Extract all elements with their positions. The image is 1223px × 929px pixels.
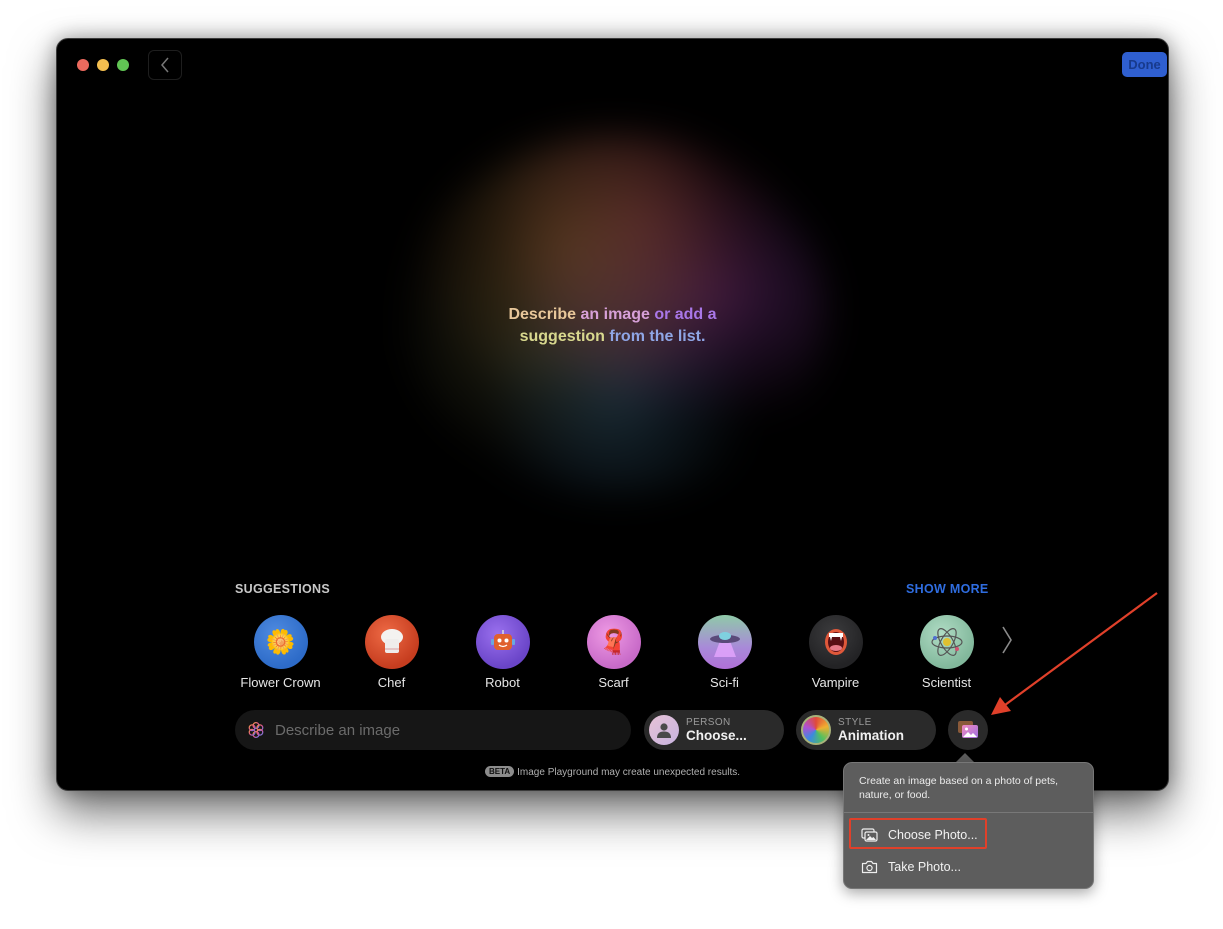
vampire-mouth-icon bbox=[808, 615, 863, 669]
minimize-window-button[interactable] bbox=[97, 59, 109, 71]
popover-divider bbox=[844, 812, 1093, 813]
zoom-window-button[interactable] bbox=[117, 59, 129, 71]
headline-segment: from the list. bbox=[609, 328, 706, 345]
describe-image-field[interactable] bbox=[235, 710, 631, 750]
suggestions-next-button[interactable] bbox=[1001, 625, 1013, 661]
add-photo-button[interactable] bbox=[948, 710, 988, 750]
flower-crown-icon: 🌼 bbox=[253, 615, 308, 669]
suggestion-flower-crown[interactable]: 🌼 Flower Crown bbox=[225, 615, 336, 690]
popover-description: Create an image based on a photo of pets… bbox=[859, 775, 1059, 801]
suggestion-label: Scientist bbox=[921, 675, 972, 690]
suggestion-robot[interactable]: Robot bbox=[447, 615, 558, 690]
close-window-button[interactable] bbox=[77, 59, 89, 71]
suggestion-label: Chef bbox=[377, 675, 406, 690]
headline-segment: an image bbox=[580, 306, 655, 323]
suggestion-scarf[interactable]: 🧣 Scarf bbox=[558, 615, 669, 690]
headline-line-1: Describe an image or add a bbox=[57, 304, 1168, 326]
annotation-highlight-box bbox=[849, 818, 987, 849]
back-button[interactable] bbox=[148, 50, 182, 80]
chevron-left-icon bbox=[161, 57, 169, 73]
disclaimer-text: Image Playground may create unexpected r… bbox=[517, 767, 741, 778]
chef-hat-icon bbox=[364, 615, 419, 669]
done-button[interactable]: Done bbox=[1122, 52, 1167, 77]
suggestions-list: 🌼 Flower Crown Chef Robot 🧣 Scarf Sci-fi bbox=[225, 615, 1002, 690]
empty-state-message: Describe an image or add a suggestion fr… bbox=[57, 304, 1168, 348]
photos-icon bbox=[958, 721, 978, 738]
headline-segment: or add a bbox=[654, 306, 717, 323]
scarf-icon: 🧣 bbox=[586, 615, 641, 669]
animation-style-icon bbox=[801, 715, 831, 745]
suggestion-label: Vampire bbox=[811, 675, 860, 690]
person-value: Choose... bbox=[686, 727, 747, 743]
beta-badge: BETA bbox=[484, 766, 515, 777]
person-caption: PERSON bbox=[686, 716, 731, 728]
window-controls bbox=[77, 59, 129, 71]
image-playground-icon bbox=[248, 721, 264, 739]
atom-icon bbox=[919, 615, 974, 669]
suggestion-label: Flower Crown bbox=[240, 675, 321, 690]
robot-icon bbox=[475, 615, 530, 669]
take-photo-label: Take Photo... bbox=[888, 860, 961, 874]
suggestion-chef[interactable]: Chef bbox=[336, 615, 447, 690]
image-playground-window: Done Describe an image or add a suggesti… bbox=[56, 38, 1169, 791]
person-picker-button[interactable]: PERSON Choose... bbox=[644, 710, 784, 750]
camera-icon bbox=[861, 860, 879, 874]
suggestion-vampire[interactable]: Vampire bbox=[780, 615, 891, 690]
headline-segment: Describe bbox=[508, 306, 581, 323]
style-caption: STYLE bbox=[838, 716, 872, 728]
suggestion-scientist[interactable]: Scientist bbox=[891, 615, 1002, 690]
take-photo-menu-item[interactable]: Take Photo... bbox=[852, 853, 1083, 881]
headline-segment: suggestion bbox=[519, 328, 610, 345]
style-picker-button[interactable]: STYLE Animation bbox=[796, 710, 936, 750]
chevron-right-icon bbox=[1002, 626, 1012, 654]
suggestion-sci-fi[interactable]: Sci-fi bbox=[669, 615, 780, 690]
suggestion-label: Robot bbox=[485, 675, 520, 690]
show-more-button[interactable]: SHOW MORE bbox=[906, 582, 989, 596]
headline-line-2: suggestion from the list. bbox=[57, 326, 1168, 348]
suggestion-label: Sci-fi bbox=[710, 675, 739, 690]
ufo-icon bbox=[697, 615, 752, 669]
style-value: Animation bbox=[838, 727, 904, 743]
suggestions-heading: SUGGESTIONS bbox=[235, 582, 330, 596]
describe-image-input[interactable] bbox=[273, 720, 617, 740]
suggestion-label: Scarf bbox=[598, 675, 629, 690]
person-avatar-icon bbox=[649, 715, 679, 745]
